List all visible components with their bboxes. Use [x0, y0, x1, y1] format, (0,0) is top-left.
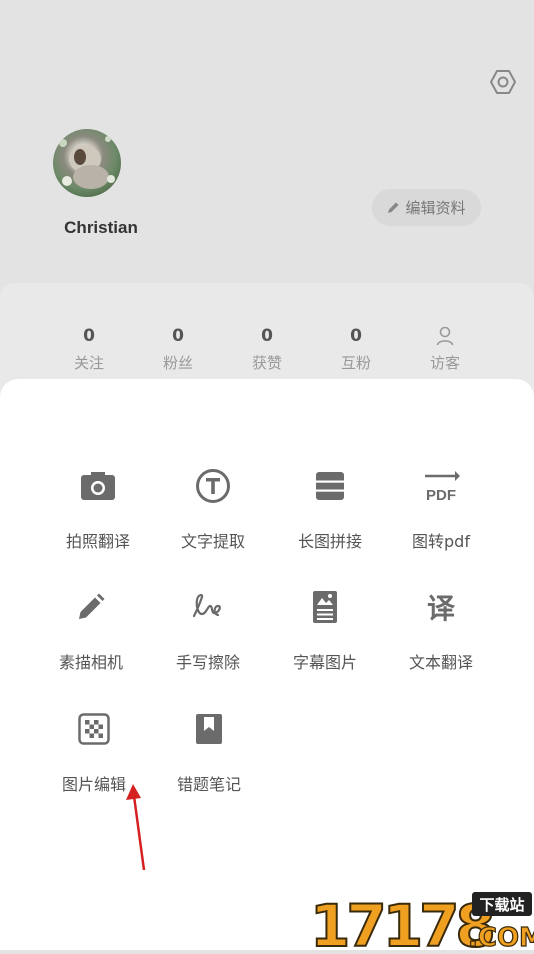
checker-image-icon [78, 713, 110, 745]
avatar[interactable] [53, 129, 121, 197]
tool-label: 错题笔记 [176, 775, 241, 794]
text-circle-icon [196, 469, 230, 503]
watermark-domain: .COM [468, 923, 534, 950]
username: Christian [64, 218, 138, 237]
watermark-logo: 17178 下载站 .COM [308, 888, 534, 954]
annotation-arrow [126, 784, 146, 871]
stat-visitors-label: 访客 [429, 354, 460, 372]
stat-followers-label: 粉丝 [162, 354, 193, 372]
tool-label: 文字提取 [180, 532, 245, 551]
tool-label: 拍照翻译 [65, 532, 130, 551]
stack-icon [316, 472, 344, 500]
camera-icon [81, 472, 115, 500]
tool-text-translate[interactable]: 译 文本翻译 [383, 585, 499, 673]
hexagon-settings-icon [490, 70, 516, 94]
handwriting-icon [192, 593, 221, 618]
watermark-brand: 17178 [310, 892, 492, 950]
stat-following-count: 0 [83, 326, 95, 346]
pdf-icon: PDF [425, 471, 460, 504]
tool-wrong-question-notes[interactable]: 错题笔记 [151, 707, 267, 795]
edit-profile-button[interactable]: 编辑资料 [372, 189, 481, 226]
bookmark-icon [196, 714, 222, 744]
tool-photo-translate[interactable]: 拍照翻译 [40, 464, 156, 552]
stat-followers-count: 0 [172, 326, 184, 346]
stat-likes-count: 0 [261, 326, 273, 346]
pencil-small-icon [388, 202, 399, 213]
pencil-icon [79, 593, 105, 619]
tool-label: 文本翻译 [408, 653, 473, 672]
tool-label: 手写擦除 [175, 653, 240, 672]
settings-button[interactable] [488, 67, 518, 97]
tool-long-image-stitch[interactable]: 长图拼接 [272, 464, 388, 552]
stat-mutual-label: 互粉 [340, 354, 371, 372]
tool-label: 图转pdf [412, 532, 470, 551]
tool-label: 素描相机 [58, 653, 123, 672]
tool-sketch-camera[interactable]: 素描相机 [33, 585, 149, 673]
stat-likes-label: 获赞 [251, 354, 282, 372]
avatar-photo [59, 136, 115, 189]
stat-following-label: 关注 [73, 354, 104, 372]
stat-following[interactable]: 0 关注 [49, 322, 129, 373]
edit-profile-label: 编辑资料 [405, 199, 466, 217]
tool-handwriting-erase[interactable]: 手写擦除 [150, 585, 266, 673]
subtitle-image-icon [313, 591, 337, 623]
tool-text-extract[interactable]: 文字提取 [155, 464, 271, 552]
stat-likes[interactable]: 0 获赞 [227, 322, 307, 373]
person-outline-icon [436, 326, 454, 346]
translate-icon: 译 [426, 592, 455, 625]
stat-followers[interactable]: 0 粉丝 [138, 322, 218, 373]
stat-mutual[interactable]: 0 互粉 [316, 322, 396, 373]
tool-label: 字幕图片 [292, 653, 357, 672]
stat-visitors[interactable]: 访客 [405, 322, 485, 373]
watermark-sub: 下载站 [479, 896, 524, 914]
tool-subtitle-image[interactable]: 字幕图片 [267, 585, 383, 673]
stat-mutual-count: 0 [350, 326, 362, 346]
tool-label: 长图拼接 [297, 532, 362, 551]
tool-image-to-pdf[interactable]: PDF 图转pdf [383, 464, 499, 552]
pdf-icon-text: PDF [426, 487, 456, 504]
